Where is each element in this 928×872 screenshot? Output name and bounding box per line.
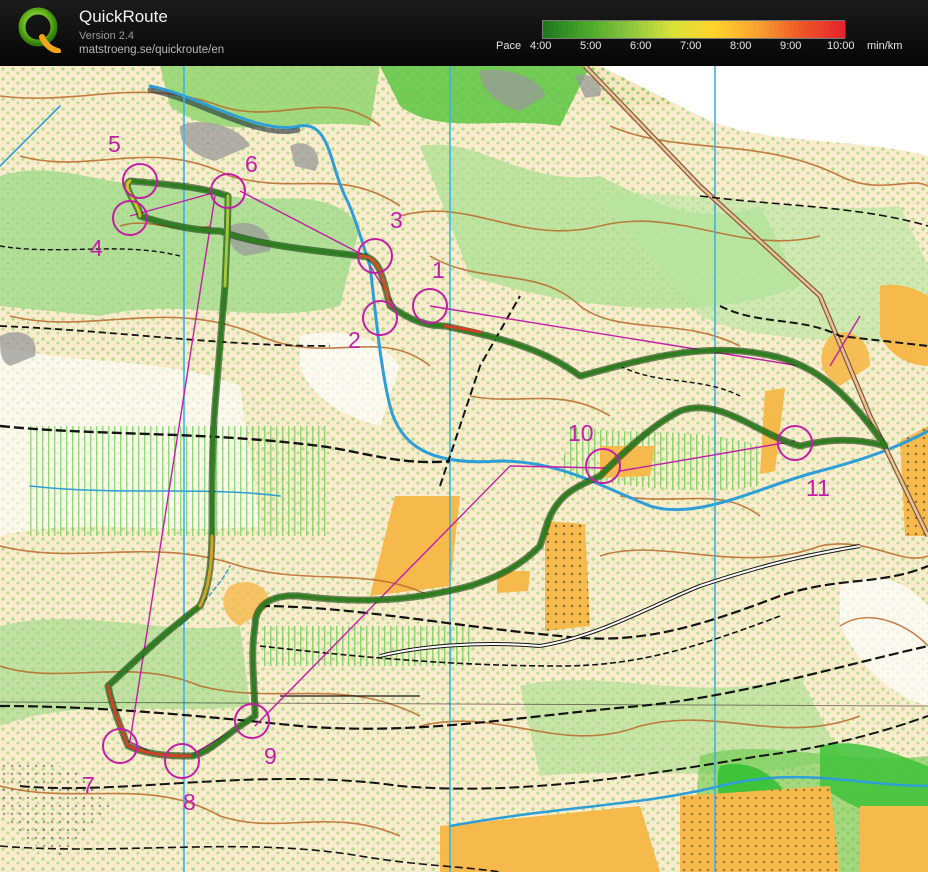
pace-tick-label: 8:00 bbox=[730, 40, 752, 52]
quickroute-window: QuickRoute Version 2.4 matstroeng.se/qui… bbox=[0, 0, 928, 872]
pace-legend: Pace 4:00 5:00 6:00 7:00 8:00 9:00 10:00… bbox=[490, 18, 920, 58]
control-number-label: 11 bbox=[806, 475, 830, 501]
pace-scale-segment bbox=[838, 21, 846, 38]
control-number-label: 5 bbox=[108, 131, 121, 157]
control-number-label: 8 bbox=[183, 789, 196, 815]
pace-label: Pace bbox=[496, 40, 522, 52]
app-version: Version 2.4 bbox=[79, 30, 135, 42]
pace-tick-label: 10:00 bbox=[827, 40, 855, 52]
pace-tick-label: 6:00 bbox=[630, 40, 652, 52]
control-number-label: 10 bbox=[568, 420, 594, 446]
pace-unit: min/km bbox=[867, 40, 903, 52]
map-canvas[interactable]: 1 2 3 4 5 6 7 8 9 10 11 bbox=[0, 66, 928, 872]
orienteering-map[interactable]: 1 2 3 4 5 6 7 8 9 10 11 bbox=[0, 66, 928, 872]
control-number-label: 1 bbox=[432, 257, 445, 283]
app-url: matstroeng.se/quickroute/en bbox=[79, 44, 225, 56]
pace-tick-label: 7:00 bbox=[680, 40, 702, 52]
control-number-label: 9 bbox=[264, 743, 277, 769]
quickroute-logo-icon bbox=[18, 7, 61, 53]
control-number-label: 2 bbox=[348, 327, 361, 353]
control-number-label: 4 bbox=[90, 235, 103, 261]
control-number-label: 7 bbox=[82, 772, 95, 798]
control-number-label: 6 bbox=[245, 151, 258, 177]
pace-tick-label: 9:00 bbox=[780, 40, 802, 52]
pace-tick-label: 4:00 bbox=[530, 40, 552, 52]
app-title: QuickRoute bbox=[79, 7, 168, 26]
pace-tick-label: 5:00 bbox=[580, 40, 602, 52]
pace-color-scale bbox=[542, 20, 846, 39]
control-number-label: 3 bbox=[390, 207, 403, 233]
header-bar: QuickRoute Version 2.4 matstroeng.se/qui… bbox=[0, 0, 928, 66]
